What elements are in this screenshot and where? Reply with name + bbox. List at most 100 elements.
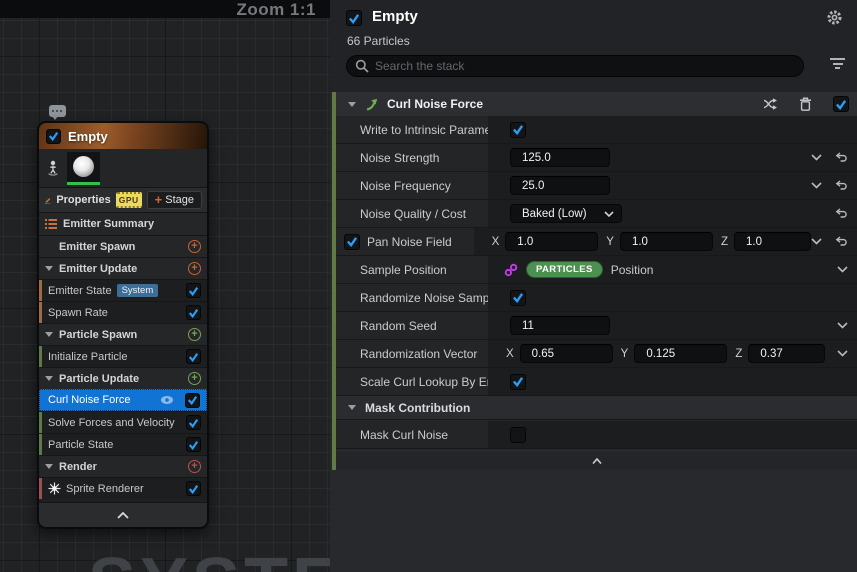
trash-icon[interactable] (799, 97, 812, 111)
pan-noise-x-input[interactable] (505, 232, 598, 251)
reset-to-default-icon[interactable] (835, 236, 848, 247)
chevron-down-icon[interactable] (811, 154, 822, 161)
module-enabled-checkbox[interactable] (186, 481, 201, 496)
random-seed-input[interactable] (510, 316, 610, 335)
randomize-noise-checkbox[interactable] (510, 290, 526, 306)
stack-item-sprite-renderer[interactable]: Sprite Renderer (39, 477, 207, 499)
add-stage-button[interactable]: + Stage (147, 191, 202, 209)
linked-attribute-name[interactable]: Position (611, 263, 654, 277)
system-overview-graph[interactable]: Zoom 1:1 SYSTEM Empty (0, 0, 330, 572)
group-label: Render (59, 461, 97, 473)
chevron-down-icon[interactable] (348, 102, 356, 107)
scale-curl-checkbox[interactable] (510, 374, 526, 390)
chevron-down-icon[interactable] (837, 350, 848, 357)
noise-strength-input[interactable] (510, 148, 610, 167)
module-enabled-checkbox[interactable] (186, 305, 201, 320)
stack-collapse-button[interactable] (336, 452, 857, 470)
stack-item-initialize-particle[interactable]: Initialize Particle (39, 345, 207, 367)
axis-y-label: Y (606, 236, 614, 248)
axis-z-label: Z (721, 236, 728, 248)
stack-item-spawn-rate[interactable]: Spawn Rate (39, 301, 207, 323)
stack-group-emitter-spawn[interactable]: Emitter Spawn (39, 235, 207, 257)
emitter-enabled-checkbox[interactable] (46, 129, 61, 144)
stack-item-solve-forces[interactable]: Solve Forces and Velocity (39, 411, 207, 433)
search-input[interactable] (375, 59, 795, 73)
emitter-preview-thumbnail[interactable] (67, 152, 100, 185)
module-enabled-checkbox[interactable] (186, 283, 201, 298)
item-label: Initialize Particle (48, 351, 127, 363)
stack-search-bar[interactable] (346, 55, 804, 77)
chevron-down-icon[interactable] (811, 238, 822, 245)
randomization-x-input[interactable] (520, 344, 613, 363)
linked-attribute-icon[interactable] (504, 263, 518, 277)
properties-pen-icon (44, 194, 51, 207)
add-module-icon[interactable] (188, 328, 201, 341)
pan-noise-z-input[interactable] (734, 232, 811, 251)
row-random-seed: Random Seed (336, 312, 857, 340)
search-icon (355, 59, 369, 73)
row-noise-strength: Noise Strength (336, 144, 857, 172)
param-label: Randomization Vector (336, 340, 488, 368)
noise-frequency-input[interactable] (510, 176, 610, 195)
reset-to-default-icon[interactable] (835, 152, 848, 163)
row-write-intrinsic: Write to Intrinsic Paramet (336, 116, 857, 144)
emitter-thumbnail-row (39, 149, 207, 187)
randomize-shuffle-icon[interactable] (763, 98, 778, 110)
gear-icon[interactable] (826, 9, 843, 29)
module-enabled-checkbox[interactable] (186, 415, 201, 430)
node-collapse-button[interactable] (39, 502, 207, 527)
chevron-down-icon[interactable] (348, 405, 356, 410)
comment-bubble-icon[interactable] (49, 105, 66, 117)
item-label: Particle State (48, 439, 113, 451)
emitter-node[interactable]: Empty Properties (37, 121, 209, 529)
chevron-down-icon[interactable] (45, 376, 53, 381)
filter-icon[interactable] (830, 58, 846, 72)
chevron-down-icon (604, 211, 614, 217)
add-module-icon[interactable] (188, 262, 201, 275)
gpu-badge: GPU (116, 192, 142, 208)
module-enabled-checkbox[interactable] (186, 437, 201, 452)
module-title: Curl Noise Force (387, 97, 483, 111)
module-header-curl-noise-force[interactable]: Curl Noise Force (336, 92, 857, 116)
group-label: Particle Spawn (59, 329, 137, 341)
mask-curl-noise-checkbox[interactable] (510, 427, 526, 443)
add-renderer-icon[interactable] (188, 460, 201, 473)
row-scale-curl: Scale Curl Lookup By Eng (336, 368, 857, 396)
emitter-summary-row[interactable]: Emitter Summary (39, 212, 207, 235)
chevron-down-icon[interactable] (837, 322, 848, 329)
particles-namespace-pill[interactable]: PARTICLES (526, 261, 603, 278)
module-enabled-checkbox[interactable] (833, 96, 849, 112)
reset-to-default-icon[interactable] (835, 180, 848, 191)
stack-group-emitter-update[interactable]: Emitter Update (39, 257, 207, 279)
write-intrinsic-checkbox[interactable] (510, 122, 526, 138)
module-enabled-checkbox[interactable] (186, 349, 201, 364)
emitter-node-header[interactable]: Empty (39, 123, 207, 149)
chevron-down-icon[interactable] (837, 266, 848, 273)
visibility-eye-icon[interactable] (160, 395, 174, 405)
pan-noise-y-input[interactable] (620, 232, 713, 251)
stack-group-particle-spawn[interactable]: Particle Spawn (39, 323, 207, 345)
stack-item-particle-state[interactable]: Particle State (39, 433, 207, 455)
item-label: Sprite Renderer (66, 483, 144, 495)
emitter-enabled-checkbox[interactable] (346, 10, 362, 26)
chevron-down-icon[interactable] (45, 464, 53, 469)
chevron-down-icon[interactable] (811, 182, 822, 189)
randomization-z-input[interactable] (748, 344, 825, 363)
stack-item-emitter-state[interactable]: Emitter State System (39, 279, 207, 301)
emitter-properties-row[interactable]: Properties GPU + Stage (39, 187, 207, 212)
chevron-down-icon[interactable] (45, 332, 53, 337)
pan-noise-field-checkbox[interactable] (344, 234, 360, 250)
stack-item-curl-noise-force[interactable]: Curl Noise Force (39, 389, 207, 411)
add-module-icon[interactable] (188, 372, 201, 385)
chevron-down-icon[interactable] (45, 266, 53, 271)
noise-quality-dropdown[interactable]: Baked (Low) (510, 204, 622, 223)
module-enabled-checkbox[interactable] (185, 393, 200, 408)
mask-contribution-header[interactable]: Mask Contribution (336, 396, 857, 420)
add-module-icon[interactable] (188, 240, 201, 253)
randomization-y-input[interactable] (634, 344, 727, 363)
niagara-editor: Zoom 1:1 SYSTEM Empty (0, 0, 857, 572)
reset-to-default-icon[interactable] (835, 208, 848, 219)
stack-group-render[interactable]: Render (39, 455, 207, 477)
stack-group-particle-update[interactable]: Particle Update (39, 367, 207, 389)
chevron-up-icon (117, 512, 129, 519)
